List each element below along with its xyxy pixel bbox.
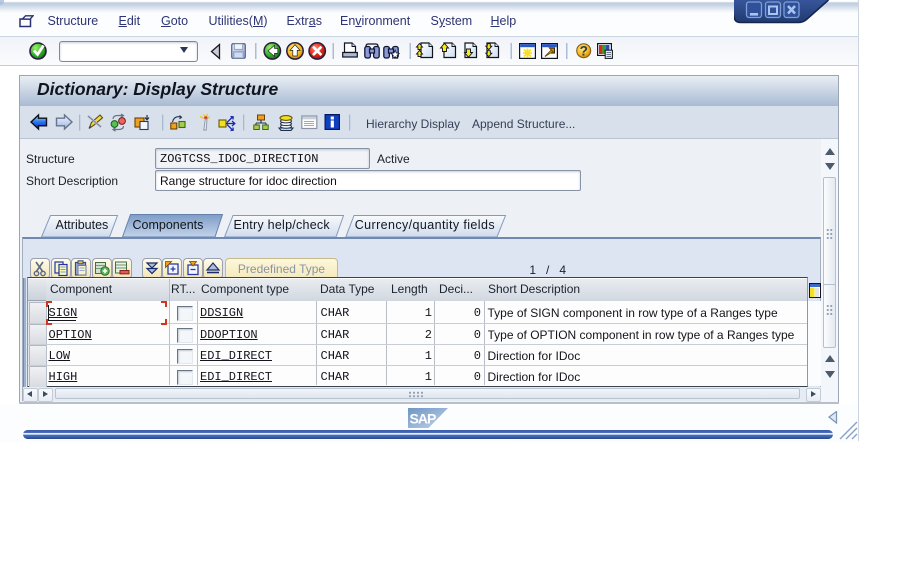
svg-text:SAP: SAP — [409, 411, 435, 427]
svg-text:?: ? — [580, 44, 588, 59]
